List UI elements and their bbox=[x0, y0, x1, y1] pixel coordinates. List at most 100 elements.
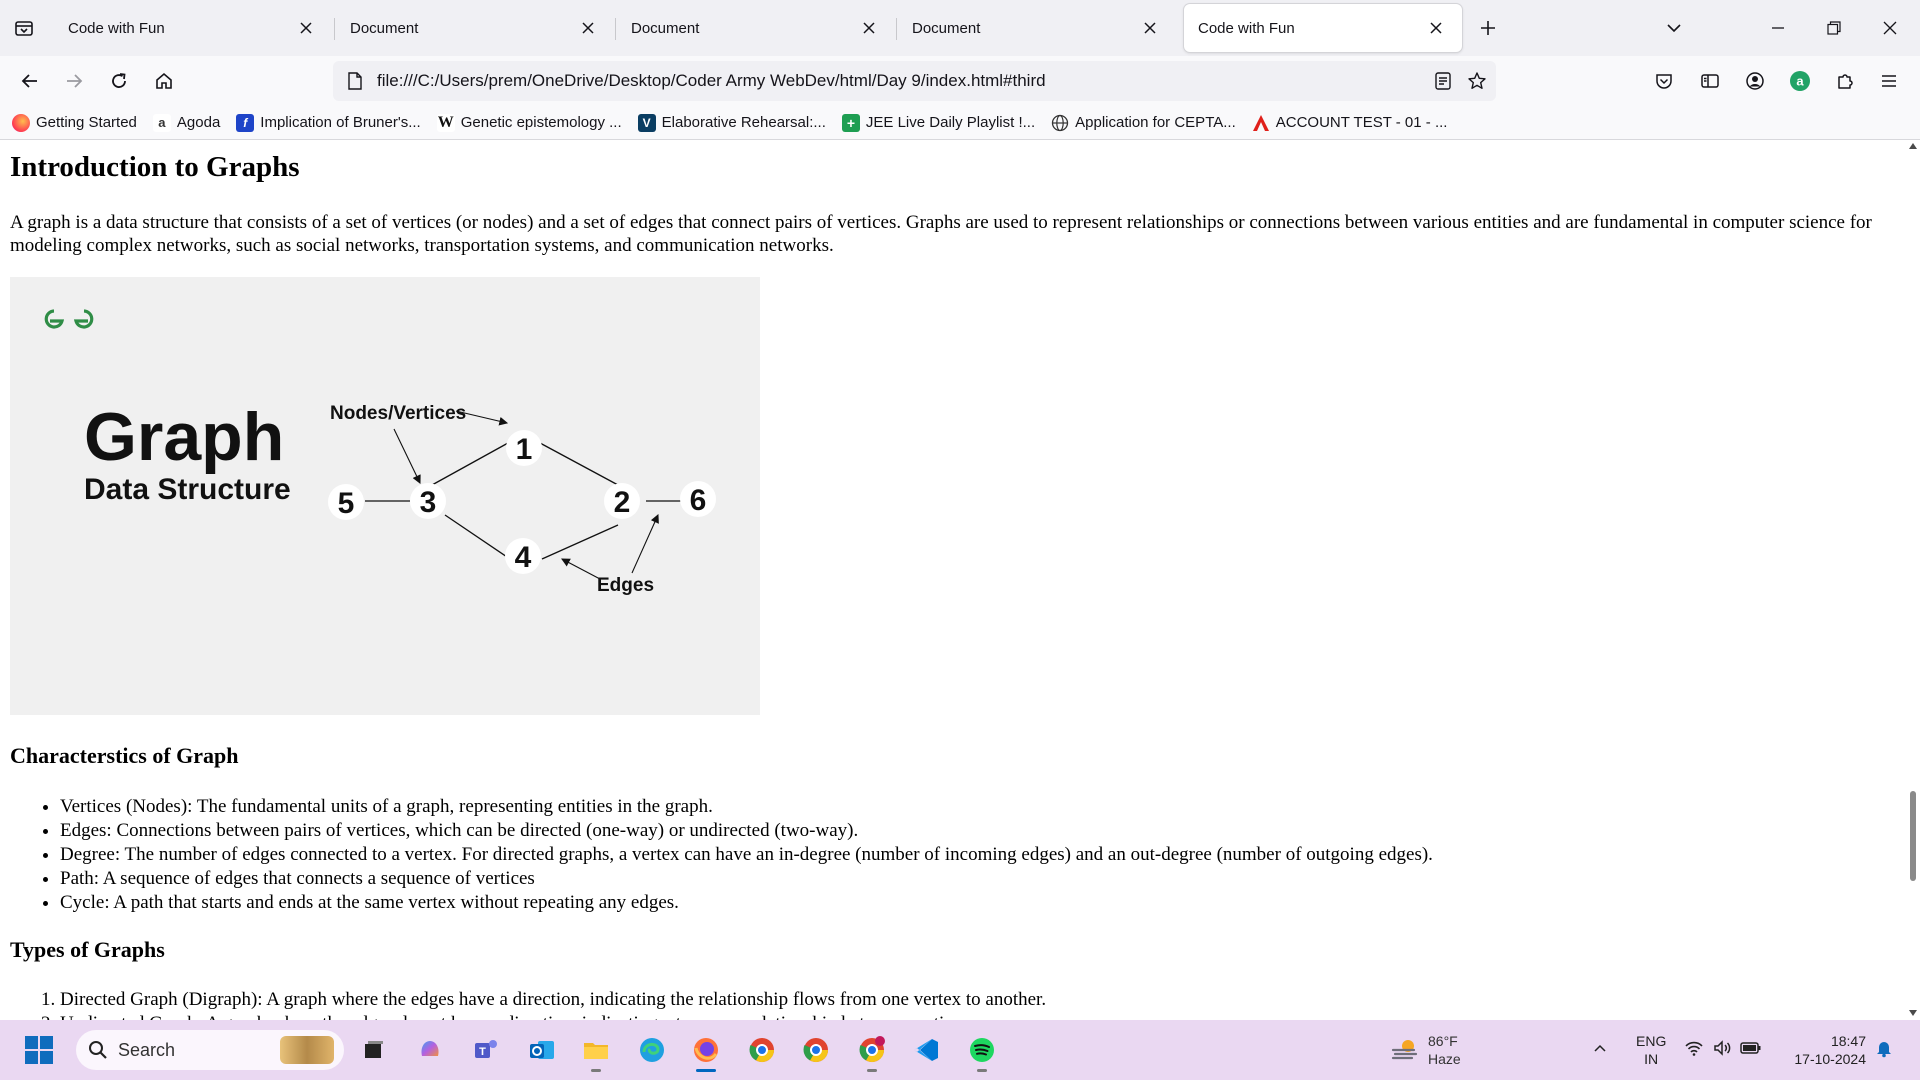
taskbar-app-chrome-profile-1[interactable] bbox=[742, 1030, 782, 1070]
extensions-button[interactable] bbox=[1829, 65, 1861, 97]
list-item: Cycle: A path that starts and ends at th… bbox=[60, 891, 1433, 915]
edge-icon bbox=[640, 1038, 664, 1062]
spotify-icon bbox=[970, 1038, 994, 1062]
taskbar-app-edge[interactable] bbox=[632, 1030, 672, 1070]
weather-widget[interactable]: 86°F Haze bbox=[1390, 1032, 1461, 1068]
reader-view-button[interactable] bbox=[1428, 66, 1458, 96]
start-button[interactable] bbox=[24, 1035, 54, 1065]
new-tab-button[interactable] bbox=[1472, 12, 1504, 44]
tab-5-active[interactable]: Code with Fun bbox=[1184, 4, 1462, 52]
bookmark-genetic-epistemology[interactable]: W Genetic epistemology ... bbox=[436, 113, 622, 132]
list-item: Path: A sequence of edges that connects … bbox=[60, 867, 1433, 891]
tab-close-button[interactable] bbox=[294, 16, 318, 40]
characteristics-list: Vertices (Nodes): The fundamental units … bbox=[60, 795, 1433, 915]
list-all-tabs-button[interactable] bbox=[1658, 12, 1690, 44]
weather-condition: Haze bbox=[1428, 1051, 1461, 1067]
home-button[interactable] bbox=[148, 65, 180, 97]
bookmark-label: Genetic epistemology ... bbox=[460, 114, 622, 131]
bookmark-jee-playlist[interactable]: + JEE Live Daily Playlist !... bbox=[841, 113, 1035, 132]
tab-4[interactable]: Document bbox=[898, 4, 1176, 52]
chrome-icon bbox=[803, 1038, 828, 1063]
taskbar-app-firefox[interactable] bbox=[686, 1030, 726, 1072]
edge-3-1 bbox=[431, 442, 509, 486]
taskbar-app-spotify[interactable] bbox=[962, 1030, 1002, 1072]
list-item: Vertices (Nodes): The fundamental units … bbox=[60, 795, 1433, 819]
vscode-icon bbox=[914, 1039, 938, 1061]
account-button[interactable] bbox=[1739, 65, 1771, 97]
bookmark-cepta[interactable]: Application for CEPTA... bbox=[1051, 114, 1236, 132]
taskbar-app-vscode[interactable] bbox=[906, 1030, 946, 1070]
tab-close-button[interactable] bbox=[1424, 16, 1448, 40]
star-icon bbox=[1468, 72, 1486, 89]
bookmark-agoda[interactable]: a Agoda bbox=[152, 113, 220, 132]
restore-button[interactable] bbox=[1814, 8, 1854, 48]
taskbar-app-file-explorer[interactable] bbox=[576, 1030, 616, 1072]
intro-paragraph: A graph is a data structure that consist… bbox=[10, 212, 1872, 256]
forward-button[interactable] bbox=[58, 65, 90, 97]
clock-time: 18:47 bbox=[1830, 1033, 1866, 1049]
taskbar-app-copilot[interactable] bbox=[410, 1030, 450, 1070]
bookmark-bruner[interactable]: f Implication of Bruner's... bbox=[236, 113, 421, 132]
reader-view-icon bbox=[1435, 72, 1451, 90]
tab-3[interactable]: Document bbox=[617, 4, 895, 52]
taskbar-app-chrome-profile-2[interactable] bbox=[796, 1030, 836, 1070]
speaker-icon bbox=[1714, 1040, 1731, 1056]
reload-button[interactable] bbox=[103, 65, 135, 97]
tab-close-button[interactable] bbox=[1138, 16, 1162, 40]
edge-3-4 bbox=[444, 514, 511, 560]
edge-1-2 bbox=[539, 442, 619, 486]
scroll-down-arrow[interactable] bbox=[1909, 1010, 1917, 1016]
windows-taskbar: Search T 86°F Haze ENG IN 18:47 17-10-20… bbox=[0, 1020, 1920, 1080]
bookmark-elaborative-rehearsal[interactable]: V Elaborative Rehearsal:... bbox=[637, 113, 826, 132]
search-label: Search bbox=[118, 1039, 176, 1060]
restore-icon bbox=[1827, 21, 1841, 35]
bookmark-account-test[interactable]: ACCOUNT TEST - 01 - ... bbox=[1252, 114, 1447, 132]
taskbar-app-chrome-profile-3[interactable] bbox=[852, 1030, 892, 1072]
bookmark-getting-started[interactable]: Getting Started bbox=[12, 113, 137, 132]
close-icon bbox=[582, 22, 594, 34]
extension-a-button[interactable]: a bbox=[1784, 65, 1816, 97]
taskbar-app-teams[interactable]: T bbox=[466, 1030, 506, 1070]
scroll-up-arrow[interactable] bbox=[1909, 143, 1917, 149]
pocket-button[interactable] bbox=[1648, 65, 1680, 97]
system-tray-icons[interactable] bbox=[1684, 1038, 1762, 1058]
page-icon bbox=[343, 69, 367, 93]
close-icon bbox=[300, 22, 312, 34]
chrome-icon bbox=[859, 1036, 885, 1063]
list-item: Degree: The number of edges connected to… bbox=[60, 843, 1433, 867]
bookmark-star-button[interactable] bbox=[1462, 66, 1492, 96]
taskbar-search[interactable]: Search bbox=[76, 1030, 344, 1070]
bookmark-label: Implication of Bruner's... bbox=[260, 114, 421, 131]
tab-1[interactable]: Code with Fun bbox=[54, 4, 332, 52]
app-menu-button[interactable] bbox=[1873, 65, 1905, 97]
back-button[interactable] bbox=[14, 65, 46, 97]
tab-list-button[interactable] bbox=[8, 12, 40, 44]
vertical-scrollbar[interactable] bbox=[1906, 141, 1920, 1020]
task-view-icon bbox=[365, 1041, 383, 1058]
list-item: Directed Graph (Digraph): A graph where … bbox=[60, 988, 1046, 1012]
tab-close-button[interactable] bbox=[576, 16, 600, 40]
region-code: IN bbox=[1644, 1051, 1659, 1067]
running-indicator bbox=[867, 1069, 877, 1072]
tab-title: Document bbox=[350, 19, 419, 37]
taskbar-app-task-view[interactable] bbox=[354, 1030, 394, 1070]
url-text[interactable]: file:///C:/Users/prem/OneDrive/Desktop/C… bbox=[377, 71, 1428, 91]
minimize-icon bbox=[1772, 27, 1784, 29]
close-window-button[interactable] bbox=[1870, 8, 1910, 48]
taskbar-app-outlook[interactable] bbox=[522, 1030, 562, 1070]
sheets-icon: + bbox=[841, 113, 860, 132]
bookmark-label: Application for CEPTA... bbox=[1075, 114, 1236, 131]
address-bar[interactable]: file:///C:/Users/prem/OneDrive/Desktop/C… bbox=[333, 61, 1496, 101]
tab-close-button[interactable] bbox=[857, 16, 881, 40]
language-indicator[interactable]: ENG IN bbox=[1636, 1032, 1666, 1068]
clock[interactable]: 18:47 17-10-2024 bbox=[1782, 1032, 1866, 1068]
show-hidden-icons-button[interactable] bbox=[1592, 1040, 1608, 1061]
notifications-button[interactable] bbox=[1874, 1038, 1894, 1063]
sidebar-button[interactable] bbox=[1694, 65, 1726, 97]
firefox-icon bbox=[12, 113, 30, 132]
tab-title: Code with Fun bbox=[1198, 19, 1295, 37]
scroll-thumb[interactable] bbox=[1910, 791, 1916, 881]
tab-2[interactable]: Document bbox=[336, 4, 614, 52]
minimize-button[interactable] bbox=[1758, 8, 1798, 48]
reload-icon bbox=[112, 73, 126, 88]
